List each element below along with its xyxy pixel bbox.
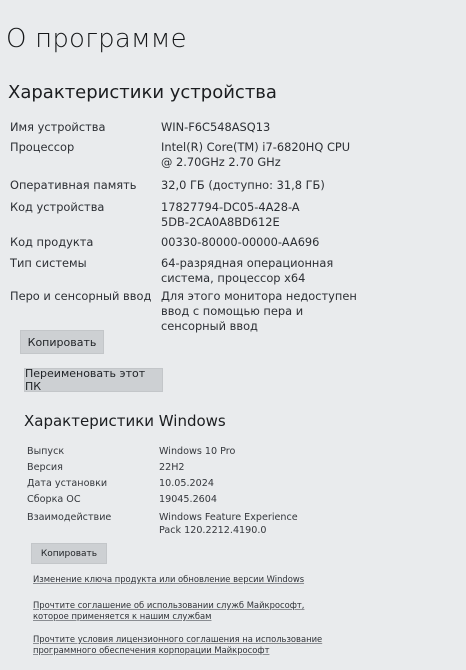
spec-label: Код устройства [10, 200, 105, 214]
spec-value: 32,0 ГБ (доступно: 31,8 ГБ) [161, 178, 325, 192]
spec-value: 22H2 [159, 462, 185, 473]
windows-specs-heading: Характеристики Windows [24, 412, 226, 430]
device-specs-heading: Характеристики устройства [8, 82, 277, 103]
spec-label: Взаимодействие [27, 512, 112, 523]
spec-label: Перо и сенсорный ввод [10, 289, 152, 303]
spec-value: 19045.2604 [159, 494, 217, 505]
copy-device-specs-button[interactable]: Копировать [20, 330, 104, 354]
change-product-key-link[interactable]: Изменение ключа продукта или обновление … [33, 574, 333, 585]
spec-value: Windows Feature Experience Pack 120.2212… [159, 512, 298, 536]
page-title: О программе [6, 24, 187, 54]
spec-value: 64-разрядная операционная система, проце… [161, 256, 334, 285]
spec-label: Тип системы [10, 256, 87, 270]
services-agreement-link[interactable]: Прочтите соглашение об использовании слу… [33, 600, 333, 622]
rename-pc-button[interactable]: Переименовать этот ПК [24, 367, 163, 393]
about-page: О программе Характеристики устройства Им… [0, 0, 466, 670]
spec-value: 10.05.2024 [159, 478, 214, 489]
spec-label: Дата установки [27, 478, 108, 489]
spec-label: Имя устройства [10, 120, 106, 134]
spec-value: Windows 10 Pro [159, 446, 236, 457]
spec-label: Код продукта [10, 235, 94, 249]
license-terms-link[interactable]: Прочтите условия лицензионного соглашени… [33, 634, 353, 656]
spec-value: 17827794-DC05-4A28-A5DB-2CA0A8BD612E [161, 200, 300, 229]
spec-label: Оперативная память [10, 178, 137, 192]
spec-value: Intel(R) Core(TM) i7-6820HQ CPU @ 2.70GH… [161, 140, 351, 169]
spec-label: Сборка ОС [27, 494, 81, 505]
spec-label: Процессор [10, 140, 75, 154]
spec-value: WIN-F6C548ASQ13 [161, 120, 271, 134]
spec-label: Версия [27, 462, 63, 473]
spec-value: 00330-80000-00000-AA696 [161, 235, 320, 249]
spec-value: Для этого монитора недоступен ввод с пом… [161, 289, 357, 333]
copy-windows-specs-button[interactable]: Копировать [31, 543, 107, 564]
spec-label: Выпуск [27, 446, 65, 457]
